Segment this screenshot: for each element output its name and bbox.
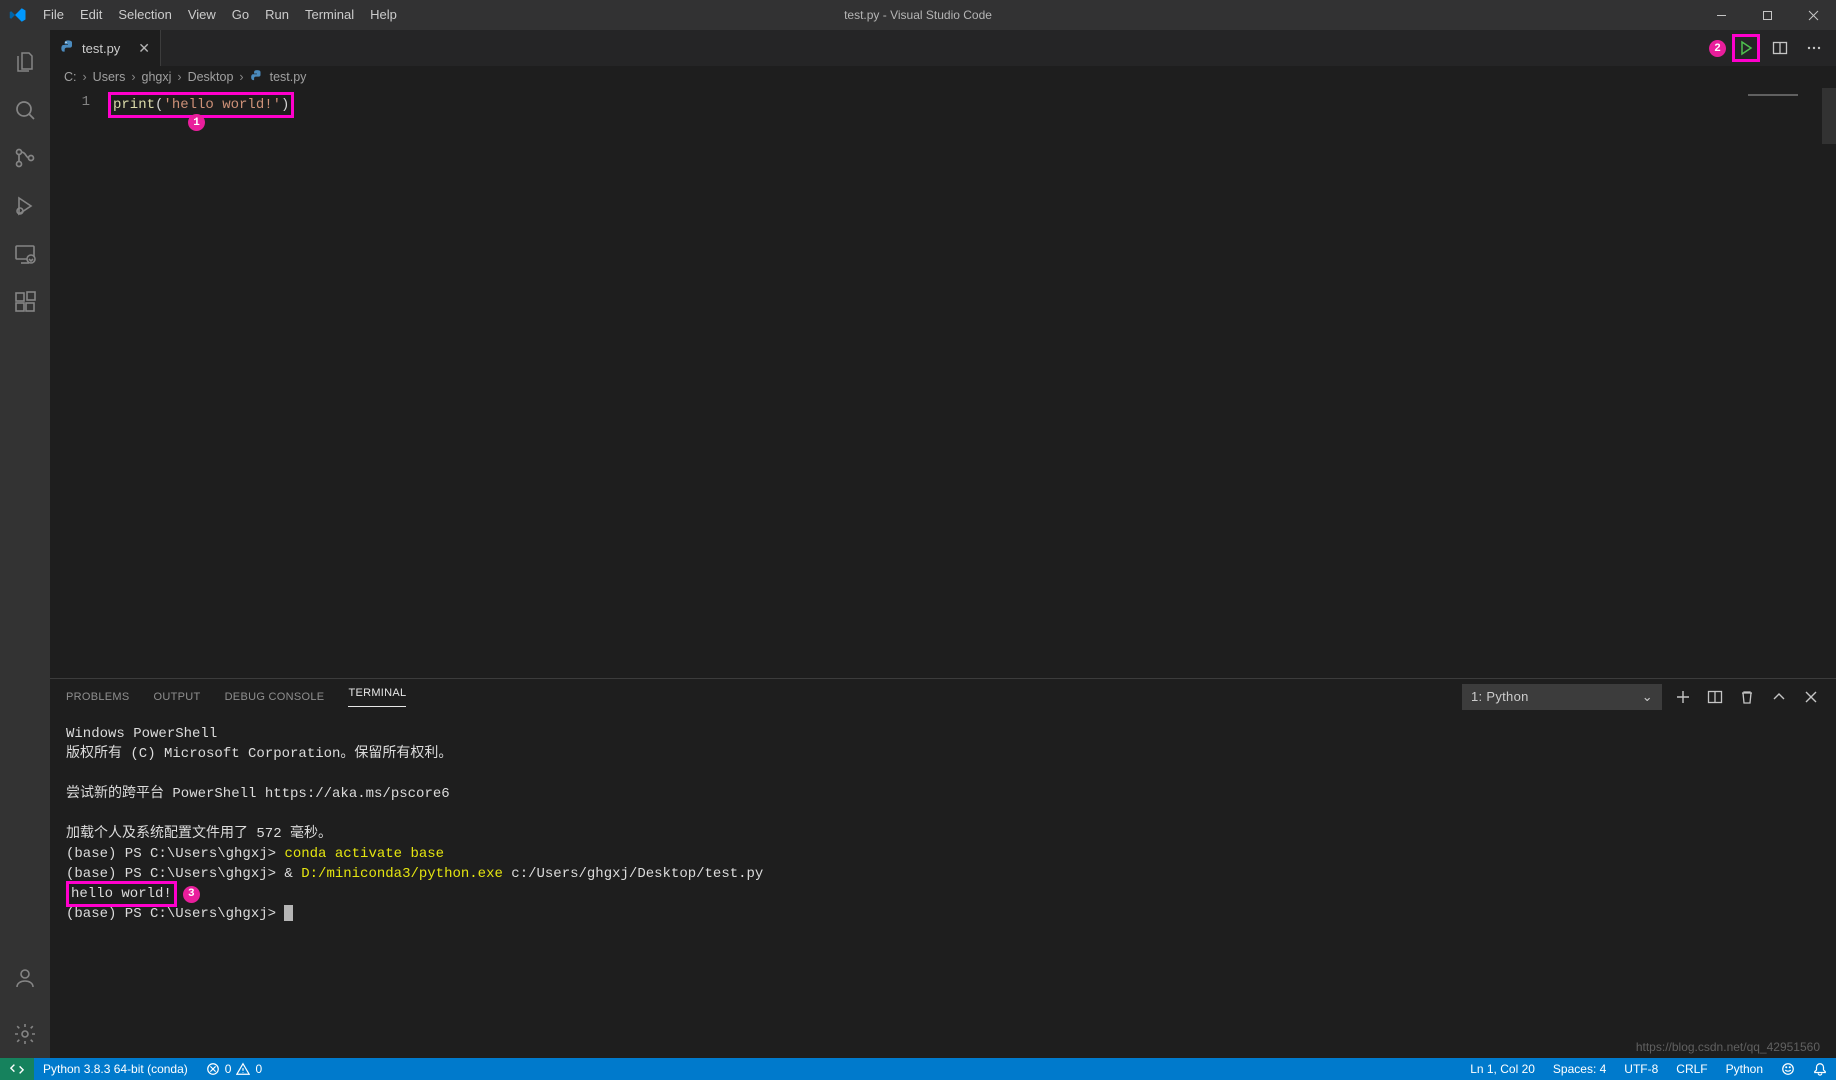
menu-view[interactable]: View xyxy=(180,0,224,30)
status-line-col[interactable]: Ln 1, Col 20 xyxy=(1461,1062,1544,1076)
code-token-str: 'hello world!' xyxy=(163,97,281,113)
panel-tab-debug-console[interactable]: DEBUG CONSOLE xyxy=(225,691,325,703)
app-icon xyxy=(0,6,35,24)
watermark: https://blog.csdn.net/qq_42951560 xyxy=(1636,1040,1820,1054)
status-encoding[interactable]: UTF-8 xyxy=(1615,1062,1667,1076)
more-actions-button[interactable] xyxy=(1800,34,1828,62)
maximize-panel-button[interactable] xyxy=(1768,686,1790,708)
code-area[interactable]: print('hello world!') 1 xyxy=(108,88,1836,678)
activity-bar xyxy=(0,30,50,1058)
title-bar: File Edit Selection View Go Run Terminal… xyxy=(0,0,1836,30)
close-button[interactable] xyxy=(1790,0,1836,30)
kill-terminal-button[interactable] xyxy=(1736,686,1758,708)
status-feedback[interactable] xyxy=(1772,1062,1804,1076)
panel-tabs: PROBLEMS OUTPUT DEBUG CONSOLE TERMINAL 1… xyxy=(50,679,1836,714)
close-panel-button[interactable] xyxy=(1800,686,1822,708)
minimize-button[interactable] xyxy=(1698,0,1744,30)
terminal-line: 加载个人及系统配置文件用了 572 毫秒。 xyxy=(66,824,1820,844)
terminal-selector[interactable]: 1: Python ⌄ xyxy=(1462,684,1662,710)
activity-search[interactable] xyxy=(1,86,49,134)
status-python[interactable]: Python 3.8.3 64-bit (conda) xyxy=(34,1058,197,1080)
maximize-button[interactable] xyxy=(1744,0,1790,30)
status-spaces[interactable]: Spaces: 4 xyxy=(1544,1062,1615,1076)
line-number: 1 xyxy=(50,92,90,112)
panel-tab-output[interactable]: OUTPUT xyxy=(154,691,201,703)
menu-bar: File Edit Selection View Go Run Terminal… xyxy=(35,0,405,30)
window-title: test.py - Visual Studio Code xyxy=(844,8,992,22)
run-file-button[interactable] xyxy=(1732,34,1760,62)
menu-terminal[interactable]: Terminal xyxy=(297,0,362,30)
gutter: 1 xyxy=(50,88,108,678)
panel-tab-problems[interactable]: PROBLEMS xyxy=(66,691,130,703)
status-errors-count: 0 xyxy=(225,1062,232,1076)
split-terminal-button[interactable] xyxy=(1704,686,1726,708)
terminal-cursor xyxy=(284,905,293,921)
annotation-badge-3: 3 xyxy=(183,886,200,903)
annotation-box-1: print('hello world!') xyxy=(108,92,294,118)
activity-explorer[interactable] xyxy=(1,38,49,86)
bc-seg[interactable]: ghgxj xyxy=(142,70,172,84)
python-file-icon xyxy=(60,39,76,58)
status-warnings-count: 0 xyxy=(255,1062,262,1076)
remote-indicator[interactable] xyxy=(0,1058,34,1080)
activity-run-debug[interactable] xyxy=(1,182,49,230)
status-language[interactable]: Python xyxy=(1717,1062,1772,1076)
activity-remote-explorer[interactable] xyxy=(1,230,49,278)
tab-label: test.py xyxy=(82,41,120,56)
terminal-line: 版权所有 (C) Microsoft Corporation。保留所有权利。 xyxy=(66,744,1820,764)
activity-settings[interactable] xyxy=(1,1010,49,1058)
activity-accounts[interactable] xyxy=(1,954,49,1002)
annotation-badge-1: 1 xyxy=(188,114,205,131)
panel-tab-terminal[interactable]: TERMINAL xyxy=(348,687,406,707)
menu-edit[interactable]: Edit xyxy=(72,0,110,30)
code-token-fn: print xyxy=(113,97,155,113)
activity-extensions[interactable] xyxy=(1,278,49,326)
bc-seg[interactable]: C: xyxy=(64,70,77,84)
status-notifications[interactable] xyxy=(1804,1062,1836,1076)
bc-seg[interactable]: Users xyxy=(93,70,126,84)
annotation-badge-2: 2 xyxy=(1709,40,1726,57)
status-problems[interactable]: 0 0 xyxy=(197,1058,271,1080)
chevron-down-icon: ⌄ xyxy=(1642,689,1653,705)
terminal-line: Windows PowerShell xyxy=(66,724,1820,744)
menu-selection[interactable]: Selection xyxy=(110,0,179,30)
bc-seg[interactable]: Desktop xyxy=(188,70,234,84)
menu-file[interactable]: File xyxy=(35,0,72,30)
python-file-icon xyxy=(250,69,264,86)
menu-help[interactable]: Help xyxy=(362,0,405,30)
status-eol[interactable]: CRLF xyxy=(1667,1062,1716,1076)
editor-tab-row: test.py ✕ 2 xyxy=(50,30,1836,66)
breadcrumb[interactable]: C:› Users› ghgxj› Desktop› test.py xyxy=(50,66,1836,88)
code-editor[interactable]: 1 print('hello world!') 1 xyxy=(50,88,1836,678)
terminal-line: (base) PS C:\Users\ghgxj> conda activate… xyxy=(66,844,1820,864)
menu-go[interactable]: Go xyxy=(224,0,257,30)
split-editor-button[interactable] xyxy=(1766,34,1794,62)
terminal-line: 尝试新的跨平台 PowerShell https://aka.ms/pscore… xyxy=(66,784,1820,804)
tab-test-py[interactable]: test.py ✕ xyxy=(50,30,161,66)
minimap[interactable] xyxy=(1744,88,1836,678)
code-token-paren: ) xyxy=(281,97,289,113)
menu-run[interactable]: Run xyxy=(257,0,297,30)
terminal-selector-label: 1: Python xyxy=(1471,689,1529,704)
status-bar: Python 3.8.3 64-bit (conda) 0 0 Ln 1, Co… xyxy=(0,1058,1836,1080)
new-terminal-button[interactable] xyxy=(1672,686,1694,708)
terminal-line: (base) PS C:\Users\ghgxj> xyxy=(66,904,1820,924)
panel: PROBLEMS OUTPUT DEBUG CONSOLE TERMINAL 1… xyxy=(50,678,1836,1058)
minimap-content xyxy=(1748,94,1798,96)
close-icon[interactable]: ✕ xyxy=(138,40,150,57)
bc-seg[interactable]: test.py xyxy=(270,70,307,84)
activity-source-control[interactable] xyxy=(1,134,49,182)
terminal-line: (base) PS C:\Users\ghgxj> & D:/miniconda… xyxy=(66,864,1820,884)
terminal-line: hello world! 3 xyxy=(66,884,1820,904)
scrollbar-thumb[interactable] xyxy=(1822,88,1836,144)
terminal-output[interactable]: Windows PowerShell 版权所有 (C) Microsoft Co… xyxy=(50,714,1836,1058)
